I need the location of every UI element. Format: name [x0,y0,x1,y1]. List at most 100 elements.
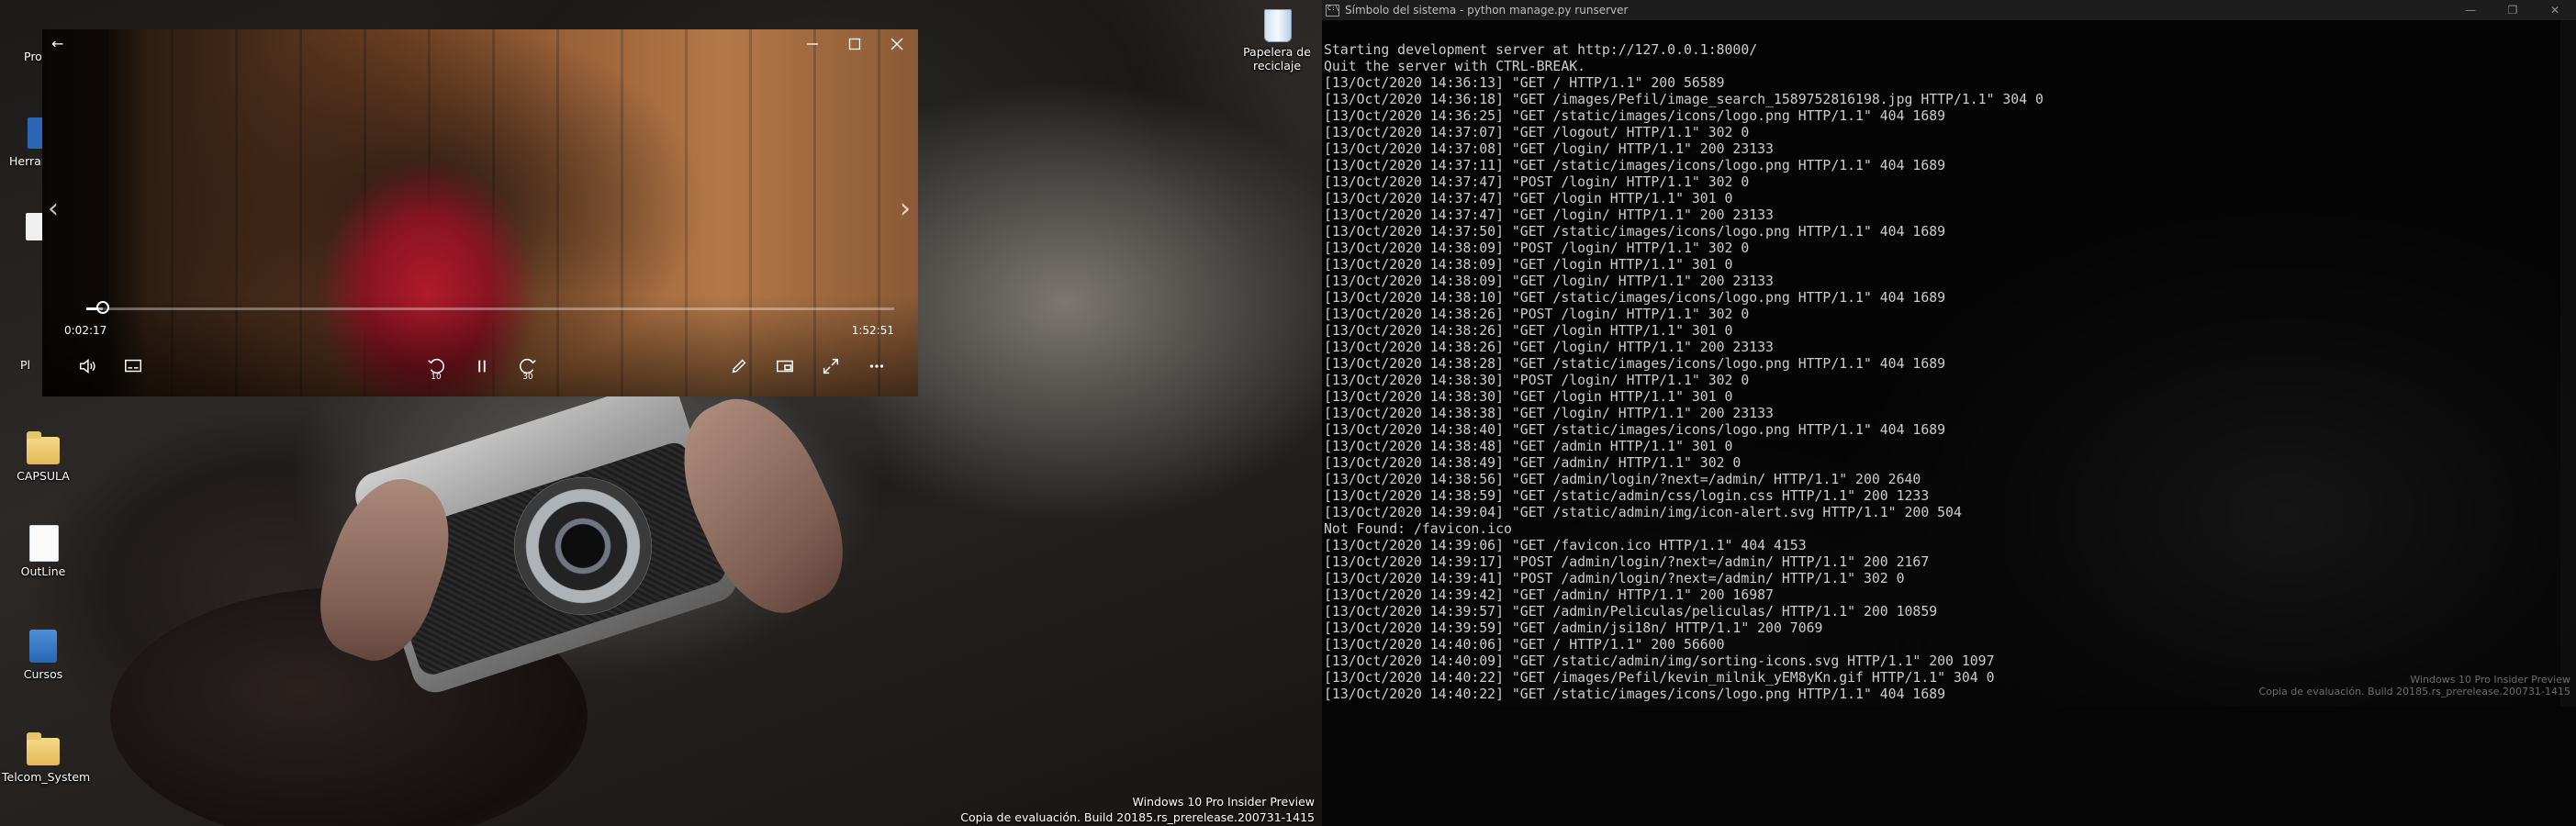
console-bottom-panel [1322,707,2576,826]
desktop-icon-label: Cursos [23,667,63,681]
console-line: [13/Oct/2020 14:40:09] "GET /static/admi… [1324,653,1995,669]
console-line: [13/Oct/2020 14:36:18] "GET /images/Pefi… [1324,92,2044,107]
console-maximize-icon[interactable]: ❐ [2492,0,2534,20]
fullscreen-button[interactable] [815,352,846,380]
desktop: Pro Herrar Pl CAPSULA OutLine Cursos Tel… [0,0,1322,826]
next-chevron-icon[interactable]: › [900,193,911,225]
volume-button[interactable] [72,352,103,380]
close-icon [890,38,903,50]
watermark-line2: Copia de evaluación. Build 20185.rs_prer… [960,810,1315,824]
console-line: [13/Oct/2020 14:38:28] "GET /static/imag… [1324,356,1946,372]
console-line: [13/Oct/2020 14:38:48] "GET /admin HTTP/… [1324,439,1733,454]
console-line: [13/Oct/2020 14:40:22] "GET /images/Pefi… [1324,670,1995,686]
console-line: [13/Oct/2020 14:39:17] "POST /admin/logi… [1324,554,1930,570]
console-line: [13/Oct/2020 14:38:30] "POST /login/ HTT… [1324,373,1750,388]
desktop-icon-telcom-system[interactable]: Telcom_System [2,731,90,784]
console-line: [13/Oct/2020 14:37:08] "GET /login/ HTTP… [1324,141,1774,157]
console-line: [13/Oct/2020 14:38:26] "GET /login/ HTTP… [1324,340,1774,355]
more-options-button[interactable] [861,352,892,380]
desktop-icon-capsula[interactable]: CAPSULA [2,430,84,483]
console-line: [13/Oct/2020 14:39:04] "GET /static/admi… [1324,505,1962,520]
recycle-bin-label-line1: Papelera de [1243,45,1311,59]
total-duration: 1:52:51 [851,324,894,337]
desktop-icon-label: CAPSULA [17,469,70,483]
seek-bar[interactable] [86,301,894,314]
windows-watermark: Windows 10 Pro Insider Preview Copia de … [960,795,1315,824]
console-line: [13/Oct/2020 14:38:26] "GET /login HTTP/… [1324,323,1733,339]
console-line: [13/Oct/2020 14:36:25] "GET /static/imag… [1324,108,1946,124]
desktop-icon-label-partial: Herrar [9,154,46,168]
console-line: [13/Oct/2020 14:38:59] "GET /static/admi… [1324,488,1930,504]
console-scrollbar[interactable] [2560,20,2576,707]
console-line: [13/Oct/2020 14:38:09] "POST /login/ HTT… [1324,240,1750,256]
skip-forward-label: 30 [522,373,533,382]
console-line: [13/Oct/2020 14:39:41] "POST /admin/logi… [1324,571,1905,586]
console-line: [13/Oct/2020 14:39:06] "GET /favicon.ico… [1324,538,1807,553]
console-line: [13/Oct/2020 14:38:49] "GET /admin/ HTTP… [1324,455,1742,471]
console-watermark: Windows 10 Pro Insider Preview Copia de … [2259,674,2570,698]
back-arrow-icon[interactable]: ← [51,35,63,52]
command-prompt-window[interactable]: Símbolo del sistema - python manage.py r… [1322,0,2576,826]
console-output-area[interactable]: Starting development server at http://12… [1322,20,2576,707]
console-line: [13/Oct/2020 14:37:47] "GET /login HTTP/… [1324,191,1733,206]
seek-bar-thumb[interactable] [95,301,109,314]
desktop-icon-outline[interactable]: OutLine [2,525,84,578]
console-line: [13/Oct/2020 14:37:11] "GET /static/imag… [1324,158,1946,173]
console-line: [13/Oct/2020 14:39:59] "GET /admin/jsi18… [1324,620,1823,636]
console-line: [13/Oct/2020 14:37:47] "GET /login/ HTTP… [1324,207,1774,223]
elapsed-time: 0:02:17 [64,324,107,337]
console-line: [13/Oct/2020 14:39:57] "GET /admin/Pelic… [1324,604,1938,620]
edit-button[interactable] [723,352,755,380]
folder-icon [27,731,60,767]
subtitles-button[interactable] [118,352,149,380]
skip-back-label: 10 [431,373,442,382]
recycle-bin[interactable]: Papelera de reciclaje [1236,6,1318,73]
minimize-button[interactable] [791,29,834,59]
mini-view-icon [777,360,793,373]
volume-icon [79,359,95,374]
console-minimize-icon[interactable]: — [2449,0,2492,20]
mini-view-button[interactable] [769,352,801,380]
console-line: [13/Oct/2020 14:38:09] "GET /login/ HTTP… [1324,273,1774,289]
console-line: [13/Oct/2020 14:38:10] "GET /static/imag… [1324,290,1946,306]
console-line: [13/Oct/2020 14:40:06] "GET / HTTP/1.1" … [1324,637,1725,653]
desktop-icon-label: Telcom_System [2,770,91,784]
pause-button[interactable] [466,352,498,380]
wallpaper-camera-lens [514,477,652,615]
minimize-icon [807,43,818,45]
close-button[interactable] [876,29,918,59]
maximize-button[interactable] [834,29,876,59]
fullscreen-icon [823,358,839,374]
console-title: Símbolo del sistema - python manage.py r… [1345,4,1629,17]
console-line: [13/Oct/2020 14:37:50] "GET /static/imag… [1324,224,1946,240]
desktop-icon-label: OutLine [20,564,66,578]
more-icon [869,364,884,368]
console-line: Quit the server with CTRL-BREAK. [1324,59,1586,74]
console-line: [13/Oct/2020 14:38:38] "GET /login/ HTTP… [1324,406,1774,421]
console-close-icon[interactable]: ✕ [2534,0,2576,20]
console-output-text: Starting development server at http://12… [1322,42,2045,703]
subtitles-icon [125,359,141,373]
console-titlebar[interactable]: Símbolo del sistema - python manage.py r… [1322,0,2576,20]
console-line: [13/Oct/2020 14:40:22] "GET /static/imag… [1324,686,1946,702]
document-icon [27,525,60,562]
console-line: [13/Oct/2020 14:36:13] "GET / HTTP/1.1" … [1324,75,1725,91]
maximize-icon [848,38,861,50]
media-player-window[interactable]: ← ‹ › 0:02:17 1:52:51 10 30 [42,29,918,396]
desktop-icon-cursos[interactable]: Cursos [2,628,84,681]
console-app-icon [1326,4,1339,17]
console-line: [13/Oct/2020 14:38:40] "GET /static/imag… [1324,422,1946,438]
skip-back-button[interactable]: 10 [420,352,452,382]
desktop-icon-label-partial: Pl [20,358,31,372]
console-line: [13/Oct/2020 14:38:09] "GET /login HTTP/… [1324,257,1733,273]
folder-icon [27,430,60,466]
console-line: [13/Oct/2020 14:38:56] "GET /admin/login… [1324,472,1921,487]
console-watermark-line2: Copia de evaluación. Build 20185.rs_prer… [2258,686,2570,698]
console-line: [13/Oct/2020 14:39:42] "GET /admin/ HTTP… [1324,587,1774,603]
recycle-bin-label-line2: reciclaje [1252,59,1302,73]
console-line: Starting development server at http://12… [1324,42,1758,58]
skip-forward-button[interactable]: 30 [512,352,543,382]
console-line: [13/Oct/2020 14:38:30] "GET /login HTTP/… [1324,389,1733,405]
previous-chevron-icon[interactable]: ‹ [48,193,59,225]
desktop-icon-label-partial: Pro [24,50,42,63]
